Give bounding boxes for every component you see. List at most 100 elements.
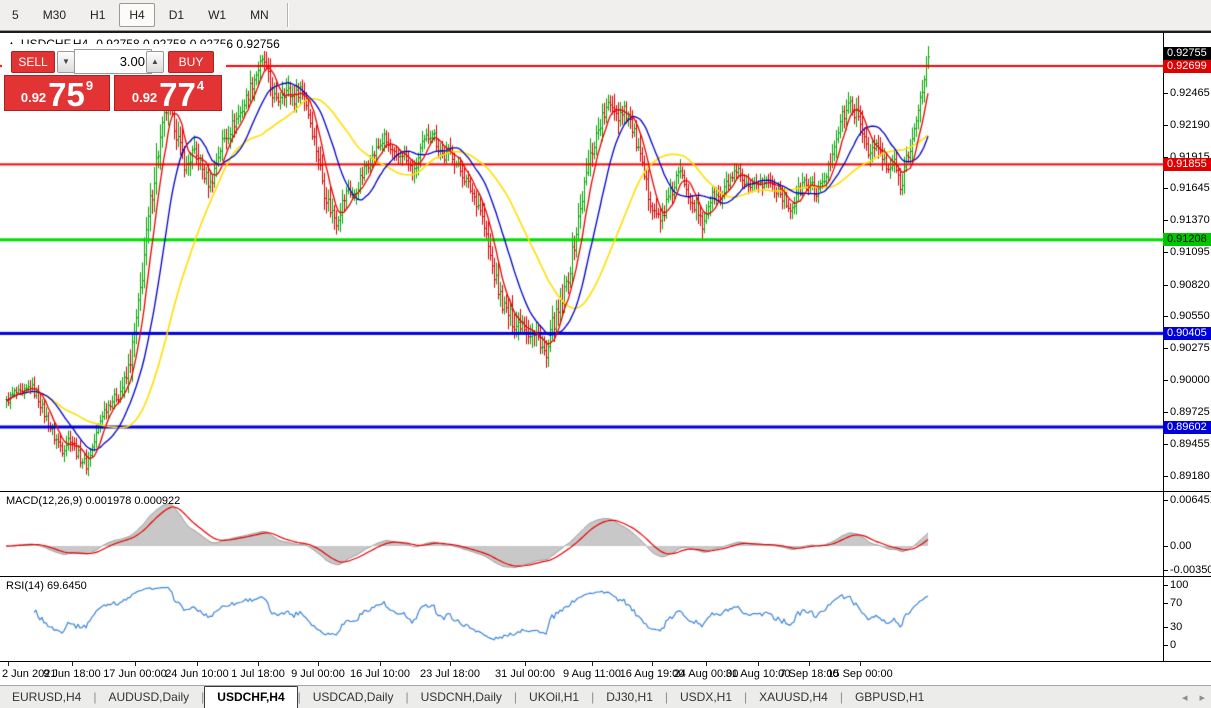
price-tick-mark xyxy=(1164,476,1168,477)
price-tick-mark xyxy=(1164,220,1168,221)
buy-button[interactable]: BUY xyxy=(168,51,214,73)
rsi-tick-mark xyxy=(1164,603,1168,604)
sell-price-display[interactable]: 0.92 75 9 xyxy=(4,75,110,111)
rsi-tick-30: 30 xyxy=(1164,621,1211,634)
price-tick-mark xyxy=(1164,444,1168,445)
one-click-trade-panel: SELL ▼ 3.00 ▲ BUY 0.92 75 9 0.92 77 4 xyxy=(2,44,226,111)
sell-button[interactable]: SELL xyxy=(11,51,55,73)
buy-price-main: 77 xyxy=(159,81,196,108)
date-tick-7 xyxy=(450,662,451,666)
price-tick-mark xyxy=(1164,412,1168,413)
symbol-tab-usdcnh[interactable]: USDCNH,Daily xyxy=(409,686,514,708)
rsi-tick-0: 0 xyxy=(1164,639,1211,652)
macd-label: MACD(12,26,9) 0.001978 0.000922 xyxy=(6,495,180,507)
panel-border-rsi-dates xyxy=(0,661,1211,662)
date-tick-6 xyxy=(380,662,381,666)
date-tick-9 xyxy=(592,662,593,666)
macd-tick-mark xyxy=(1164,500,1168,501)
toolbar-separator-line xyxy=(287,3,289,27)
panel-border-macd-rsi xyxy=(0,576,1211,577)
date-label-8: 31 Jul 00:00 xyxy=(495,668,555,680)
sell-price-pip: 9 xyxy=(86,78,93,93)
symbol-tab-usdcad[interactable]: USDCAD,Daily xyxy=(301,686,406,708)
symbol-tab-bar: EURUSD,H4|AUDUSD,Daily|USDCHF,H4|USDCAD,… xyxy=(0,685,1211,708)
buy-price-display[interactable]: 0.92 77 4 xyxy=(114,75,222,111)
price-tick-0.91645: 0.91645 xyxy=(1164,182,1211,195)
macd-tick-mark xyxy=(1164,570,1168,571)
date-tick-10 xyxy=(652,662,653,666)
sell-price-prefix: 0.92 xyxy=(21,90,46,105)
rsi-tick-mark xyxy=(1164,627,1168,628)
price-tick-0.89725: 0.89725 xyxy=(1164,406,1211,419)
tab-scroll-right-icon[interactable]: ▸ xyxy=(1199,691,1205,704)
price-level-box-0.91208: 0.91208 xyxy=(1163,233,1211,246)
rsi-tick-mark xyxy=(1164,645,1168,646)
symbol-tab-audusd[interactable]: AUDUSD,Daily xyxy=(96,686,201,708)
price-tick-0.90820: 0.90820 xyxy=(1164,279,1211,292)
rsi-indicator-chart[interactable] xyxy=(0,577,1163,661)
price-level-box-0.92755: 0.92755 xyxy=(1163,47,1211,60)
price-tick-mark xyxy=(1164,316,1168,317)
price-tick-mark xyxy=(1164,285,1168,286)
volume-increase-button[interactable]: ▲ xyxy=(146,51,164,73)
timeframe-button-d1[interactable]: D1 xyxy=(159,3,194,27)
macd-tick-mark xyxy=(1164,546,1168,547)
date-label-9: 9 Aug 11:00 xyxy=(563,668,621,680)
date-label-2: 17 Jun 00:00 xyxy=(103,668,167,680)
symbol-tab-usdx[interactable]: USDX,H1 xyxy=(668,686,744,708)
symbol-tab-eurusd[interactable]: EURUSD,H4 xyxy=(0,686,93,708)
date-tick-14 xyxy=(860,662,861,666)
date-label-14: 15 Sep 00:00 xyxy=(827,668,892,680)
volume-input[interactable]: 3.00 xyxy=(74,49,152,74)
price-tick-mark xyxy=(1164,380,1168,381)
mt4-terminal: 5M30H1H4D1W1MN ▲ USDCHF,H4 0.92758 0.927… xyxy=(0,0,1211,708)
symbol-tab-usdchf[interactable]: USDCHF,H4 xyxy=(204,686,297,708)
timeframe-button-m30[interactable]: M30 xyxy=(33,3,76,27)
symbol-tab-xauusd[interactable]: XAUUSD,H4 xyxy=(747,686,840,708)
date-label-5: 9 Jul 00:00 xyxy=(291,668,345,680)
timeframe-button-w1[interactable]: W1 xyxy=(198,3,236,27)
buy-price-prefix: 0.92 xyxy=(132,90,157,105)
price-tick-mark xyxy=(1164,93,1168,94)
symbol-tab-ukoil[interactable]: UKOil,H1 xyxy=(517,686,591,708)
spin-up-icon: ▲ xyxy=(151,57,159,66)
timeframe-toolbar: 5M30H1H4D1W1MN xyxy=(0,0,1211,31)
tab-nav: ◂ ▸ xyxy=(1182,686,1205,708)
symbol-tab-dj30[interactable]: DJ30,H1 xyxy=(594,686,665,708)
macd-tick--0.003507: -0.003507 xyxy=(1164,564,1211,577)
price-tick-0.92190: 0.92190 xyxy=(1164,119,1211,132)
symbol-tab-gbpusd[interactable]: GBPUSD,H1 xyxy=(843,686,936,708)
date-tick-5 xyxy=(318,662,319,666)
date-tick-2 xyxy=(135,662,136,666)
timeframe-button-h4[interactable]: H4 xyxy=(119,3,154,27)
timeframe-button-h1[interactable]: H1 xyxy=(80,3,115,27)
date-label-4: 1 Jul 18:00 xyxy=(231,668,285,680)
date-tick-11 xyxy=(706,662,707,666)
date-tick-0 xyxy=(8,662,9,666)
macd-tick-0.006451: 0.006451 xyxy=(1164,494,1211,507)
date-tick-4 xyxy=(258,662,259,666)
price-tick-mark xyxy=(1164,188,1168,189)
tab-scroll-left-icon[interactable]: ◂ xyxy=(1182,691,1188,704)
rsi-tick-mark xyxy=(1164,585,1168,586)
timeframe-button-mn[interactable]: MN xyxy=(240,3,279,27)
date-label-3: 24 Jun 10:00 xyxy=(165,668,229,680)
rsi-label: RSI(14) 69.6450 xyxy=(6,580,87,592)
volume-decrease-button[interactable]: ▼ xyxy=(57,51,75,73)
date-tick-13 xyxy=(809,662,810,666)
price-tick-0.91370: 0.91370 xyxy=(1164,214,1211,227)
panel-border-main-macd xyxy=(0,491,1211,492)
timeframe-button-5[interactable]: 5 xyxy=(2,3,29,27)
rsi-tick-70: 70 xyxy=(1164,597,1211,610)
price-tick-0.92465: 0.92465 xyxy=(1164,87,1211,100)
date-tick-1 xyxy=(72,662,73,666)
date-label-6: 16 Jul 10:00 xyxy=(350,668,410,680)
price-level-box-0.90405: 0.90405 xyxy=(1163,327,1211,340)
price-tick-0.90550: 0.90550 xyxy=(1164,310,1211,323)
date-label-7: 23 Jul 18:00 xyxy=(420,668,480,680)
price-level-box-0.91855: 0.91855 xyxy=(1163,158,1211,171)
macd-tick-0.00: 0.00 xyxy=(1164,540,1211,553)
date-tick-3 xyxy=(197,662,198,666)
price-tick-0.90000: 0.90000 xyxy=(1164,374,1211,387)
price-tick-0.89455: 0.89455 xyxy=(1164,438,1211,451)
